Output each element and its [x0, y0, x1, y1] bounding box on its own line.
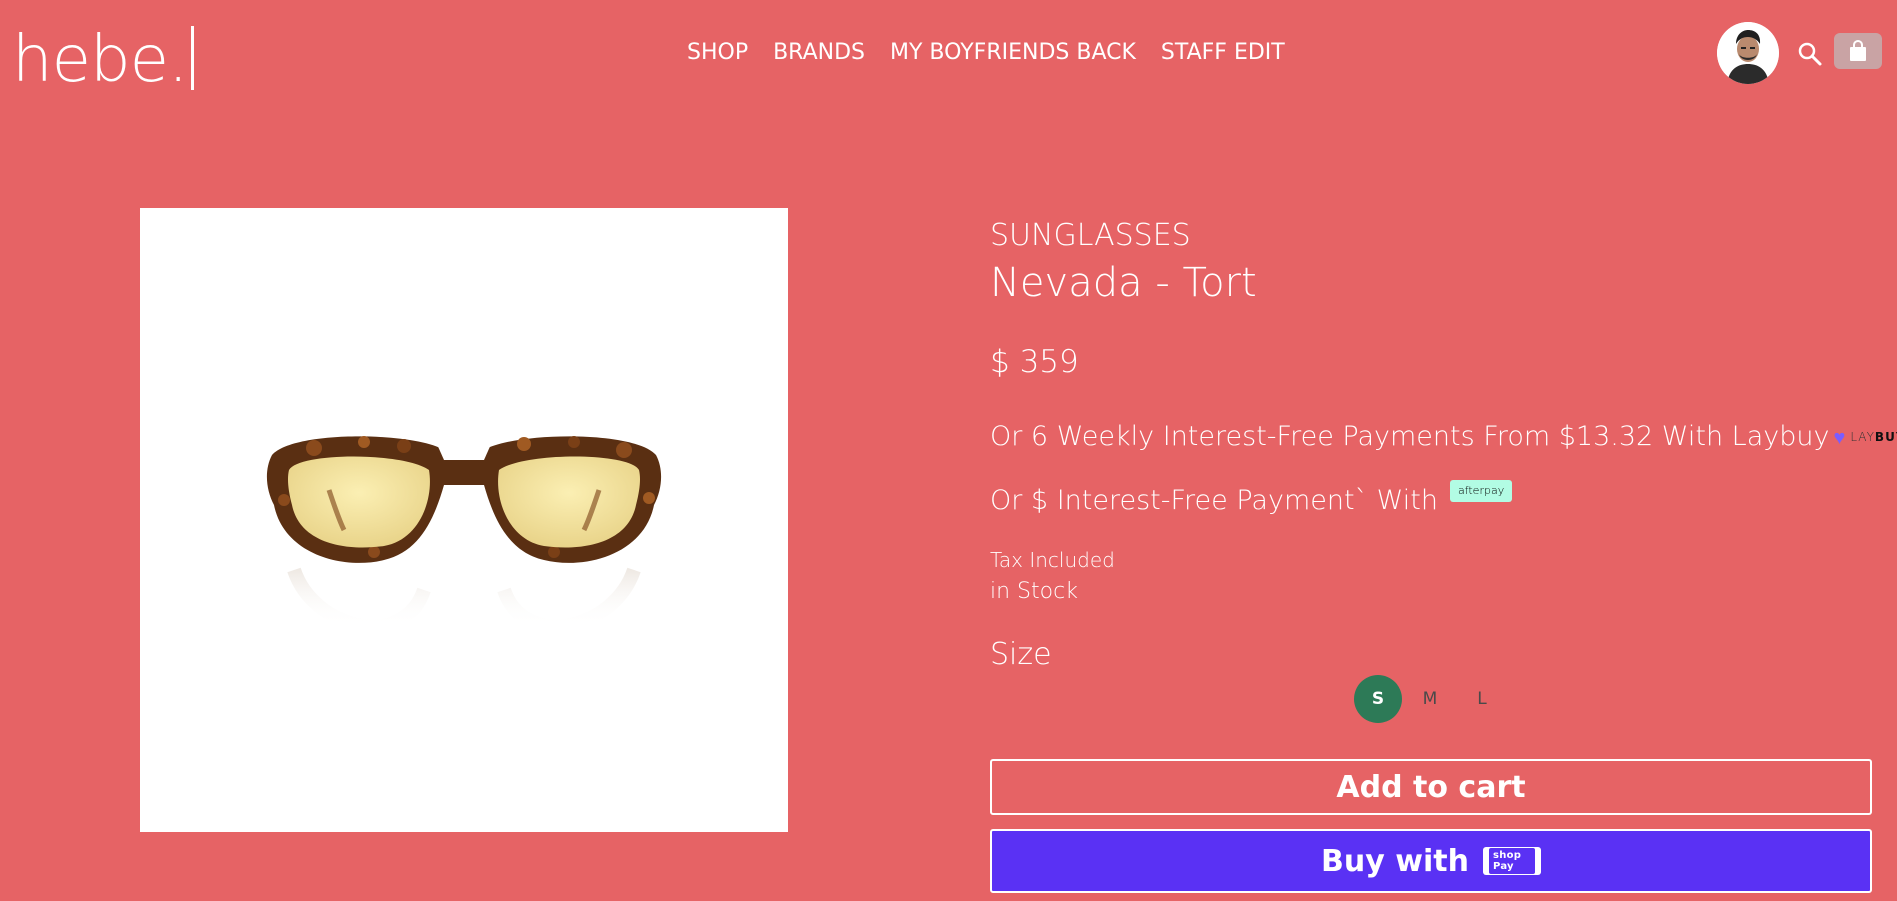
tax-info: Tax Included — [990, 548, 1115, 572]
heart-icon: ♥ — [1833, 425, 1847, 449]
laybuy-logo-lay: LAY — [1850, 430, 1875, 444]
sunglasses-image — [266, 436, 662, 634]
nav-item-staff-edit[interactable]: STAFF EDIT — [1161, 38, 1285, 68]
product-category: SUNGLASSES — [990, 218, 1191, 253]
laybuy-logo[interactable]: ♥ LAYBUY — [1833, 420, 1897, 454]
laybuy-logo-buy: BUY — [1874, 430, 1897, 444]
shop-pay-logo-text: shop Pay — [1488, 848, 1535, 874]
size-option-m[interactable]: M — [1406, 675, 1454, 723]
avatar-portrait-icon — [1717, 22, 1779, 84]
search-icon[interactable] — [1796, 40, 1824, 68]
afterpay-payment-info: Or $ Interest-Free Payment` With afterpa… — [990, 480, 1513, 518]
main-nav: SHOP BRANDS MY BOYFRIENDS BACK STAFF EDI… — [687, 38, 1285, 68]
logo-cursor — [191, 25, 195, 90]
afterpay-text: Or $ Interest-Free Payment` With — [990, 485, 1438, 516]
afterpay-badge[interactable]: afterpay — [1449, 480, 1513, 502]
site-logo[interactable]: hebe. — [12, 20, 195, 100]
size-option-l[interactable]: L — [1458, 675, 1506, 723]
laybuy-payment-info: Or 6 Weekly Interest-Free Payments From … — [990, 420, 1897, 454]
buy-with-label: Buy with — [1321, 843, 1469, 879]
buy-with-shop-pay-button[interactable]: Buy with shop Pay — [990, 829, 1872, 893]
product-image[interactable] — [140, 208, 788, 832]
site-logo-text: hebe. — [12, 23, 188, 97]
add-to-cart-button[interactable]: Add to cart — [990, 759, 1872, 815]
size-selector: S M L — [1354, 675, 1506, 723]
size-option-s[interactable]: S — [1354, 675, 1402, 723]
nav-item-shop[interactable]: SHOP — [687, 38, 748, 68]
stock-status: in Stock — [990, 579, 1078, 604]
product-price: $ 359 — [990, 344, 1079, 380]
user-avatar[interactable] — [1717, 22, 1779, 84]
laybuy-text: Or 6 Weekly Interest-Free Payments From … — [990, 421, 1830, 452]
shopping-bag-icon — [1850, 40, 1866, 61]
nav-item-brands[interactable]: BRANDS — [773, 38, 865, 68]
cart-button[interactable] — [1834, 33, 1882, 69]
nav-item-my-boyfriends-back[interactable]: MY BOYFRIENDS BACK — [890, 38, 1136, 68]
shop-pay-logo: shop Pay — [1482, 847, 1541, 875]
size-label: Size — [990, 637, 1052, 672]
product-title: Nevada - Tort — [990, 260, 1257, 306]
